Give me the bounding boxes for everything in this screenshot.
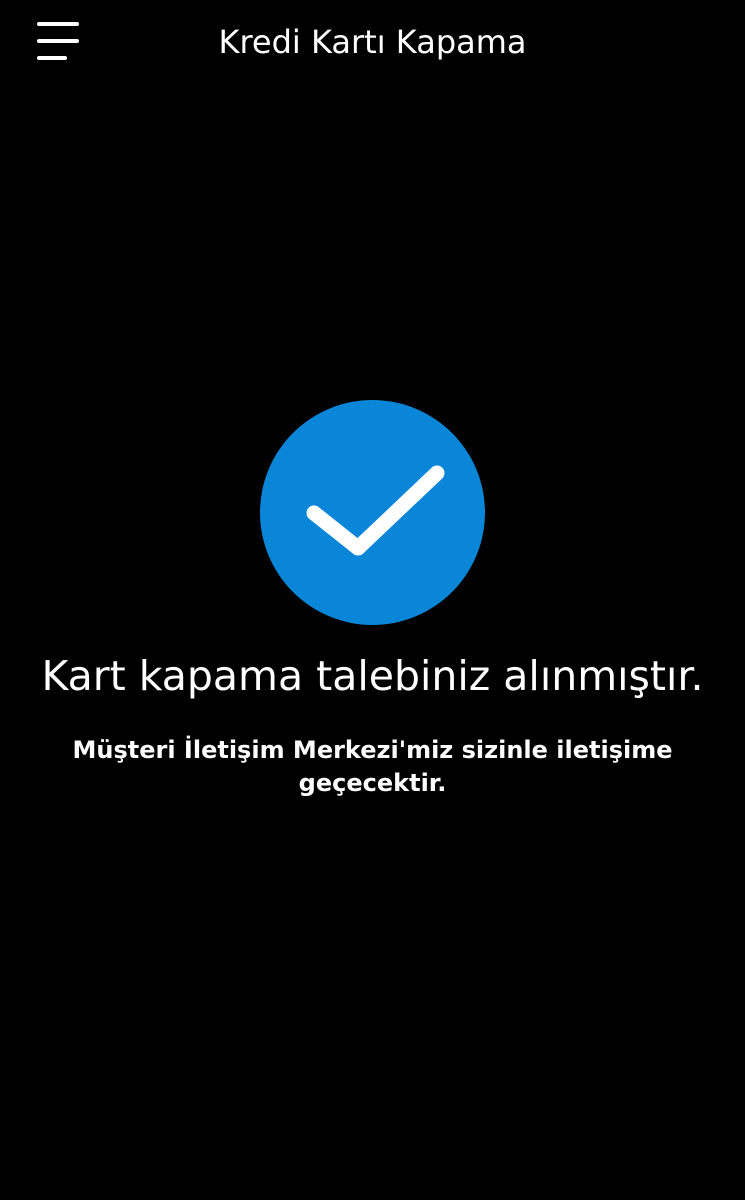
success-title: Kart kapama talebiniz alınmıştır. (41, 652, 704, 700)
page-title: Kredi Kartı Kapama (218, 23, 527, 61)
success-message: Müşteri İletişim Merkezi'miz sizinle ile… (72, 736, 673, 797)
app-header: Kredi Kartı Kapama (0, 0, 745, 86)
menu-button[interactable] (30, 14, 86, 70)
hamburger-menu-icon (37, 22, 79, 60)
success-badge (260, 400, 485, 625)
